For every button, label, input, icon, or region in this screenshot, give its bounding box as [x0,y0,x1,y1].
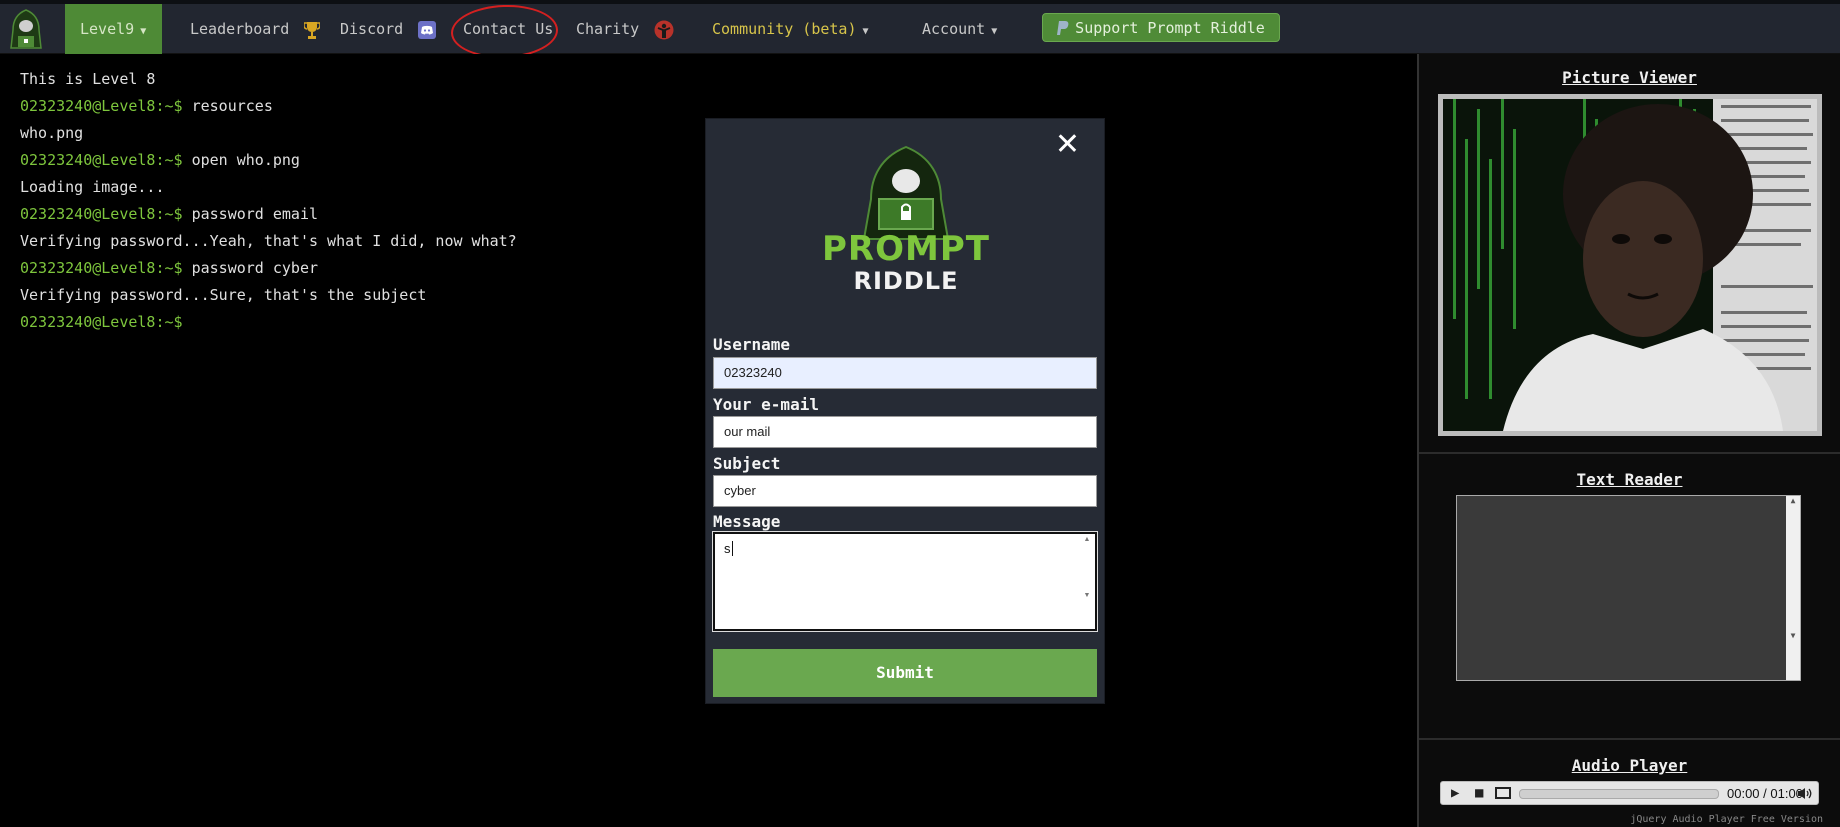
paypal-icon [1057,21,1069,35]
nav-account-dropdown[interactable]: Account ▼ [922,4,997,54]
nav-charity[interactable]: Charity [576,4,674,54]
message-text: s [724,541,731,556]
terminal-prompt: 02323240@Level8:~$ [20,151,183,169]
logo-wordmark-riddle: RIDDLE [853,267,959,295]
volume-icon[interactable] [1797,787,1813,800]
level-label: Level9 [80,20,135,38]
support-button[interactable]: Support Prompt Riddle [1042,13,1280,42]
panel-divider [1419,738,1840,740]
terminal-line: This is Level 8 [20,70,155,88]
logo-wordmark-prompt: PROMPT [822,229,990,269]
picture-viewer [1438,94,1822,436]
panel-divider [1419,452,1840,454]
terminal-line: Verifying password...Yeah, that's what I… [20,232,517,250]
terminal-text: Loading image... [20,178,165,196]
terminal-text: Verifying password...Sure, that's the su… [20,286,427,304]
contact-modal: ✕ PROMPT RIDDLE Username 02323240 Your e… [705,118,1105,704]
text-reader-scrollbar[interactable]: ▲ ▼ [1786,496,1800,680]
terminal-text: who.png [20,124,84,142]
portrait-image [1443,99,1817,431]
terminal-line: who.png [20,124,83,142]
level-dropdown[interactable]: Level9 ▼ [65,4,162,54]
play-icon[interactable]: ▶ [1451,785,1459,801]
account-label: Account [922,20,986,38]
audio-player-title: Audio Player [1571,756,1688,775]
leaderboard-label: Leaderboard [190,20,290,38]
hacker-logo-icon[interactable] [8,8,44,52]
terminal-text: open who.png [182,151,300,169]
submit-button[interactable]: Submit [713,649,1097,697]
terminal-text: Verifying password...Yeah, that's what I… [20,232,517,250]
close-icon[interactable]: ✕ [1055,125,1080,165]
caret-down-icon: ▼ [991,26,998,37]
text-cursor [731,541,733,556]
terminal-prompt: 02323240@Level8:~$ [20,205,183,223]
audio-progress-track[interactable] [1519,789,1719,799]
terminal-prompt: 02323240@Level8:~$ [20,97,183,115]
caret-down-icon: ▼ [140,26,147,37]
subject-label: Subject [713,454,781,473]
community-label: Community (beta) [712,20,857,38]
who-image [1443,99,1817,431]
email-label: Your e-mail [713,395,819,414]
terminal-line: 02323240@Level8:~$ password email [20,205,318,223]
charity-label: Charity [576,20,640,38]
terminal-prompt: 02323240@Level8:~$ [20,259,183,277]
discord-icon [418,20,437,39]
audio-player: ▶ ■ 00:00 / 01:00 [1440,781,1819,805]
username-field[interactable]: 02323240 [713,357,1097,389]
terminal-text: resources [182,97,273,115]
email-field[interactable]: our mail [713,416,1097,448]
text-reader-title: Text Reader [1576,470,1683,489]
audio-time: 00:00 / 01:00 [1727,786,1803,801]
terminal-line: Loading image... [20,178,165,196]
terminal-text: This is Level 8 [20,70,156,88]
terminal-line: 02323240@Level8:~$ password cyber [20,259,318,277]
contact-label: Contact Us [463,20,554,38]
terminal-text: password email [182,205,319,223]
terminal-text: password cyber [182,259,319,277]
audio-credit: jQuery Audio Player Free Version [1630,814,1823,825]
message-textarea[interactable]: s ▲ ▼ [712,531,1098,632]
nav-contact-us[interactable]: Contact Us [463,4,553,54]
caret-down-icon: ▼ [862,26,869,37]
discord-label: Discord [340,20,404,38]
text-reader[interactable]: ▲ ▼ [1456,495,1801,681]
message-scrollbar[interactable]: ▲ ▼ [1081,536,1093,627]
username-label: Username [713,335,791,354]
picture-viewer-title: Picture Viewer [1562,68,1697,87]
side-panel: Picture Viewer Text Reader ▲ ▼ Audio Pla… [1419,54,1840,827]
subject-field[interactable]: cyber [713,475,1097,507]
nav-discord[interactable]: Discord [340,4,437,54]
message-label: Message [713,512,781,531]
terminal-line: Verifying password...Sure, that's the su… [20,286,426,304]
nav-leaderboard[interactable]: Leaderboard [190,4,321,54]
stop-icon[interactable]: ■ [1475,785,1483,801]
top-navbar: Level9 ▼ Leaderboard Discord Contact Us C… [0,0,1840,60]
charity-icon [654,20,674,39]
terminal-line: 02323240@Level8:~$ [20,313,183,331]
terminal-line: 02323240@Level8:~$ open who.png [20,151,300,169]
trophy-icon [304,21,321,39]
terminal-line: 02323240@Level8:~$ resources [20,97,273,115]
terminal-prompt: 02323240@Level8:~$ [20,313,183,331]
nav-community-dropdown[interactable]: Community (beta) ▼ [712,4,869,54]
support-label: Support Prompt Riddle [1075,19,1265,37]
repeat-icon[interactable] [1495,787,1511,799]
